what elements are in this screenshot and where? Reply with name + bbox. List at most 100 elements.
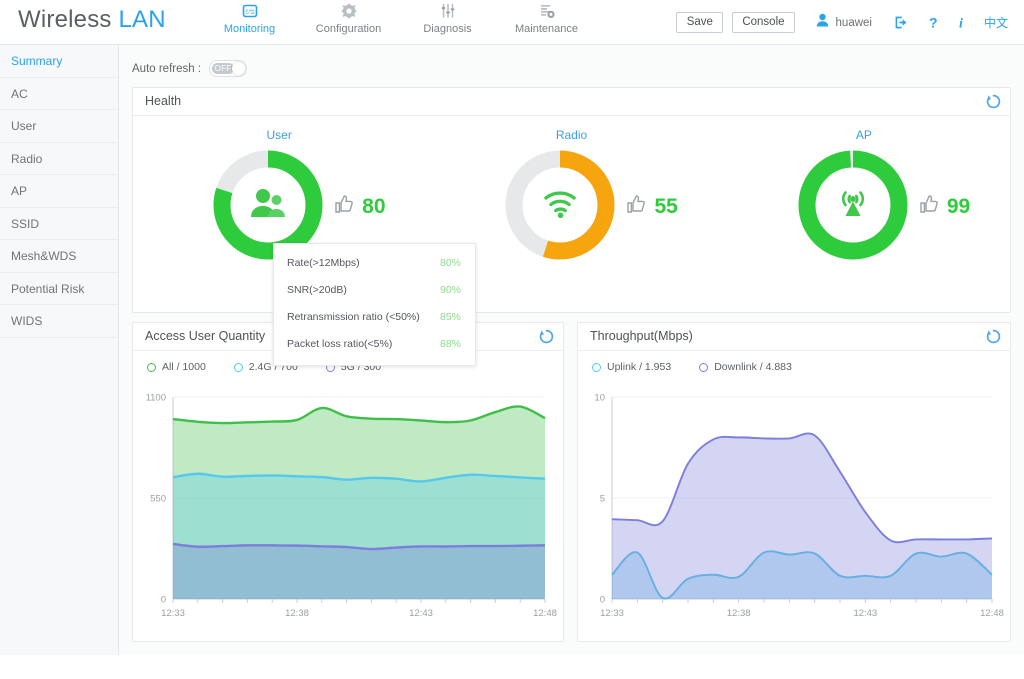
donut-core-ap	[816, 169, 889, 241]
tooltip-value: 88%	[439, 338, 461, 350]
tooltip-row: Rate(>12Mbps) 80%	[274, 253, 475, 280]
legend-label-uplink: Uplink / 1.953	[607, 361, 672, 373]
throughput-panel: Throughput(Mbps) Uplink / 1.953 Downlink…	[577, 322, 1011, 642]
refresh-icon[interactable]	[986, 94, 1001, 114]
brand-logo: Wireless LAN	[18, 6, 166, 34]
y-axis-tick: 0	[161, 595, 166, 606]
legend-dot-all	[147, 362, 156, 372]
legend-item-downlink[interactable]: Downlink / 4.883	[699, 361, 792, 373]
sliders-icon	[438, 3, 458, 22]
y-axis-tick: 0	[600, 595, 605, 606]
sidebar-item-potential-risk[interactable]: Potential Risk	[0, 273, 118, 305]
sidebar-item-ac[interactable]: AC	[0, 78, 118, 110]
y-axis-tick: 1100	[146, 393, 166, 404]
nav-item-configuration[interactable]: Configuration	[299, 0, 398, 45]
gear-icon	[339, 3, 359, 22]
tooltip-key: Retransmission ratio (<50%)	[287, 311, 420, 323]
tooltip-row: Packet loss ratio(<5%) 88%	[274, 334, 475, 361]
wifi-icon	[541, 187, 579, 224]
brand-suffix: LAN	[118, 6, 166, 33]
health-tooltip: Rate(>12Mbps) 80% SNR(>20dB) 90% Retrans…	[273, 243, 476, 366]
refresh-icon[interactable]	[539, 329, 554, 349]
auq-plot: 0 550 1100 12:33 12:38 12:43 12:48	[133, 381, 563, 636]
score-value-ap: 99	[946, 194, 971, 218]
y-axis-tick: 5	[600, 494, 605, 505]
x-axis-tick: 12:43	[853, 608, 877, 619]
auq-title: Access User Quantity	[145, 329, 266, 343]
gauge-label-radio: Radio	[555, 128, 588, 142]
sidebar-item-radio[interactable]: Radio	[0, 143, 118, 175]
x-axis-tick: 12:48	[533, 608, 557, 619]
nav-label-monitoring: Monitoring	[223, 23, 276, 35]
tooltip-row: SNR(>20dB) 90%	[274, 280, 475, 307]
nav-item-monitoring[interactable]: Monitoring	[200, 0, 299, 45]
content-area: Auto refresh : OFF Health User 80 Radio …	[119, 45, 1024, 655]
bottom-strip	[0, 655, 1024, 679]
sidebar-item-ssid[interactable]: SSID	[0, 208, 118, 240]
y-axis-tick: 10	[594, 393, 605, 404]
donut-core-radio	[524, 169, 597, 241]
tooltip-key: Rate(>12Mbps)	[287, 257, 360, 269]
main-nav: Monitoring Configuration Diagnosis Maint…	[200, 0, 596, 45]
auto-refresh-label: Auto refresh :	[132, 62, 202, 75]
brand-prefix: Wireless	[18, 6, 112, 33]
donut-core-user	[232, 169, 305, 241]
auto-refresh-state: OFF	[212, 63, 235, 74]
header-actions: Save Console huawei ? i 中文	[676, 0, 1014, 45]
score-value-radio: 55	[654, 194, 678, 218]
app-root: Wireless LAN Monitoring Configuration Di…	[0, 0, 1024, 679]
username-label: huawei	[835, 16, 872, 29]
score-value-user: 80	[362, 194, 386, 218]
antenna-icon	[834, 187, 872, 224]
question-icon[interactable]: ?	[926, 15, 940, 30]
refresh-icon[interactable]	[986, 329, 1001, 349]
svg-text:i: i	[959, 17, 963, 31]
tooltip-row: Retransmission ratio (<50%) 85%	[274, 307, 475, 334]
health-panel: Health User 80 Radio 55 AP 99	[132, 87, 1011, 313]
gauge-score-radio: 55	[626, 194, 678, 219]
nav-item-diagnosis[interactable]: Diagnosis	[398, 0, 497, 45]
info-icon[interactable]: i	[957, 15, 967, 31]
nav-item-maintenance[interactable]: Maintenance	[497, 0, 596, 45]
nav-label-diagnosis: Diagnosis	[423, 23, 472, 35]
sidebar-item-ap[interactable]: AP	[0, 175, 118, 208]
users-icon	[249, 187, 287, 224]
maintenance-icon	[537, 3, 557, 22]
svg-text:?: ?	[929, 15, 938, 30]
x-axis-tick: 12:43	[409, 608, 433, 619]
legend-dot-24g	[233, 362, 243, 372]
sidebar-item-user[interactable]: User	[0, 110, 118, 143]
logout-icon[interactable]	[894, 15, 909, 30]
tooltip-key: Packet loss ratio(<5%)	[287, 338, 393, 350]
gauge-score-ap: 99	[919, 194, 970, 219]
throughput-plot: 0 5 10 12:33 12:38 12:43 12:48	[578, 381, 1010, 636]
gauge-ap: AP 99	[718, 116, 1010, 312]
sidebar: Summary AC User Radio AP SSID Mesh&WDS P…	[0, 45, 119, 655]
language-switch[interactable]: 中文	[984, 14, 1008, 31]
tooltip-value: 90%	[439, 284, 461, 296]
sidebar-item-wids[interactable]: WIDS	[0, 305, 118, 338]
x-axis-tick: 12:33	[161, 608, 185, 619]
throughput-legend: Uplink / 1.953 Downlink / 4.883	[592, 361, 820, 373]
auto-refresh-row: Auto refresh : OFF	[132, 60, 248, 77]
y-axis-tick: 550	[150, 494, 166, 505]
nav-label-configuration: Configuration	[315, 23, 382, 35]
sidebar-item-summary[interactable]: Summary	[0, 45, 118, 78]
legend-dot-uplink	[592, 362, 601, 372]
x-axis-tick: 12:33	[600, 608, 624, 619]
save-button[interactable]: Save	[676, 12, 724, 33]
tooltip-value: 80%	[439, 257, 461, 269]
area-2	[173, 543, 545, 599]
legend-label-downlink: Downlink / 4.883	[714, 361, 792, 373]
nav-label-maintenance: Maintenance	[515, 23, 578, 35]
gauge-label-ap: AP	[855, 128, 872, 142]
monitoring-icon	[240, 3, 260, 22]
sidebar-item-mesh-wds[interactable]: Mesh&WDS	[0, 240, 118, 273]
auto-refresh-toggle[interactable]: OFF	[209, 60, 248, 77]
x-axis-tick: 12:38	[285, 608, 309, 619]
legend-item-uplink[interactable]: Uplink / 1.953	[592, 361, 671, 373]
tooltip-key: SNR(>20dB)	[287, 284, 347, 296]
legend-item-all[interactable]: All / 1000	[147, 361, 206, 373]
console-button[interactable]: Console	[732, 12, 795, 33]
toggle-knob	[232, 62, 246, 75]
